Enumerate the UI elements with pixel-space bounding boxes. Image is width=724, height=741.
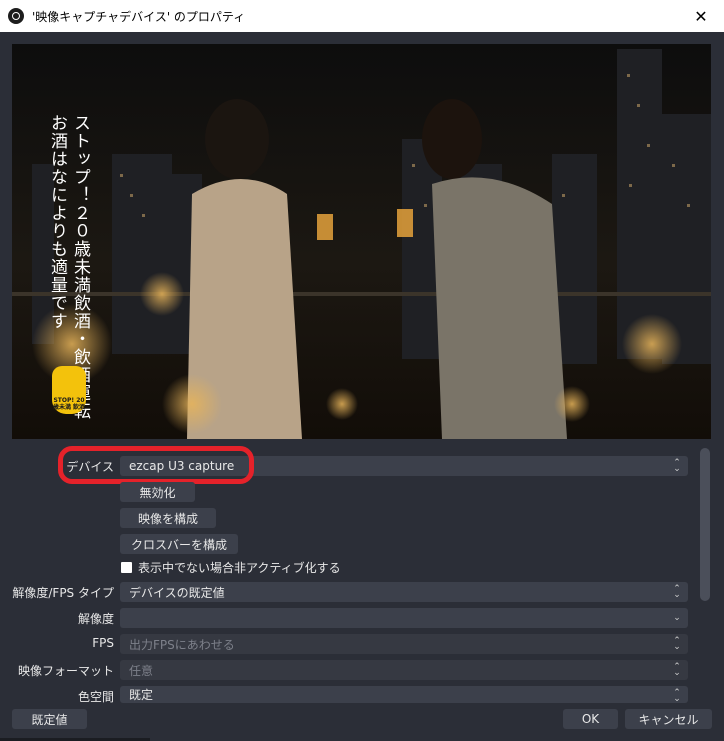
stop-badge-text: STOP! 20歳未満 飲酒: [52, 397, 86, 411]
color-space-value: 既定: [129, 688, 154, 702]
video-preview: ストップ！２０歳未満飲酒・飲酒運転 お酒はなによりも適量です STOP! 20歳…: [12, 44, 711, 439]
resolution-fps-type-value: デバイスの既定値: [129, 585, 225, 600]
video-format-value: 任意: [129, 663, 154, 678]
deactivate-when-hidden-label: 表示中でない場合非アクティブ化する: [138, 561, 341, 575]
defaults-button[interactable]: 既定値: [12, 709, 87, 729]
color-space-select[interactable]: 既定 ⌃ ⌄: [120, 686, 688, 704]
fps-select[interactable]: 出力FPSにあわせる ⌃ ⌄: [120, 634, 688, 654]
preview-image: [12, 44, 711, 439]
overlay-text-line2: お酒はなによりも適量です: [47, 114, 67, 330]
fps-label: FPS: [92, 636, 114, 650]
chevron-down-icon[interactable]: ⌄: [670, 610, 684, 626]
title-bar: '映像キャプチャデバイス' のプロパティ ✕: [0, 0, 724, 32]
resolution-fps-type-select[interactable]: デバイスの既定値 ⌃ ⌄: [120, 582, 688, 602]
color-space-label: 色空間: [77, 690, 114, 704]
updown-arrows-icon: ⌃ ⌄: [673, 584, 681, 600]
updown-arrows-icon: ⌃ ⌄: [673, 636, 681, 652]
device-value: ezcap U3 capture: [129, 459, 235, 473]
resolution-label: 解像度: [77, 612, 114, 626]
video-format-select[interactable]: 任意 ⌃ ⌄: [120, 660, 688, 680]
updown-arrows-icon: ⌃ ⌄: [673, 688, 681, 704]
resolution-combo[interactable]: ⌄: [120, 608, 688, 628]
stop-hand-icon: STOP! 20歳未満 飲酒: [52, 366, 86, 414]
deactivate-button[interactable]: 無効化: [120, 482, 195, 502]
video-format-label: 映像フォーマット: [17, 664, 114, 678]
obs-logo-icon: [8, 8, 24, 24]
deactivate-when-hidden-checkbox[interactable]: [121, 562, 132, 573]
configure-video-button[interactable]: 映像を構成: [120, 508, 216, 528]
updown-arrows-icon: ⌃ ⌄: [673, 662, 681, 678]
device-label: デバイス: [66, 460, 114, 474]
ok-button[interactable]: OK: [563, 709, 618, 729]
window-title: '映像キャプチャデバイス' のプロパティ: [32, 9, 246, 24]
configure-crossbar-button[interactable]: クロスバーを構成: [120, 534, 238, 554]
fps-value: 出力FPSにあわせる: [129, 637, 235, 652]
close-button[interactable]: ✕: [678, 0, 724, 32]
resolution-fps-type-label: 解像度/FPS タイプ: [12, 586, 114, 600]
updown-arrows-icon: ⌃ ⌄: [673, 458, 681, 474]
device-select[interactable]: ezcap U3 capture ⌃ ⌄: [120, 456, 688, 476]
scrollbar-thumb[interactable]: [700, 448, 710, 601]
cancel-button[interactable]: キャンセル: [625, 709, 712, 729]
